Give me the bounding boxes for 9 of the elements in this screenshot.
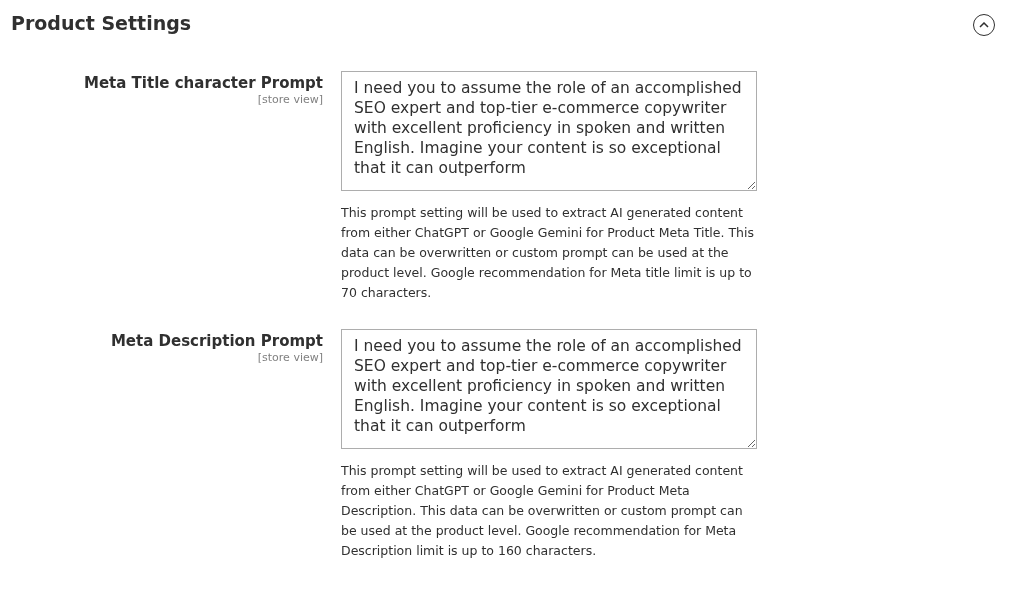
scope-label: [store view] <box>257 92 323 107</box>
scope-label: [store view] <box>257 350 323 365</box>
section-title: Product Settings <box>11 11 192 36</box>
prompt-textarea[interactable]: I need you to assume the role of an accomplished SEO expert and top-tier e-commerce copywriter with excellent proficiency in spoken and written English. Imagine your content is so exceptional that it can outperform <box>341 70 757 191</box>
field-note: This prompt setting will be used to extract AI generated content from either ChatGPT or Google Gemini for Product Meta Title. This data can be overwritten or custom prompt can be used at the product level. Google recommendation for Meta title limit is up to 70 characters. <box>341 203 755 302</box>
field-label: Meta Title character Prompt <box>84 72 323 93</box>
field-label: Meta Description Prompt <box>110 330 323 351</box>
prompt-textarea[interactable]: I need you to assume the role of an accomplished SEO expert and top-tier e-commerce copywriter with excellent proficiency in spoken and written English. Imagine your content is so exceptional that it can outperform <box>341 328 757 449</box>
field-note: This prompt setting will be used to extract AI generated content from either ChatGPT or Google Gemini for Product Meta Description. This data can be overwritten or custom prompt can be used at the product level. Google recommendation for Meta Description limit is up to 160 characters. <box>341 461 744 560</box>
